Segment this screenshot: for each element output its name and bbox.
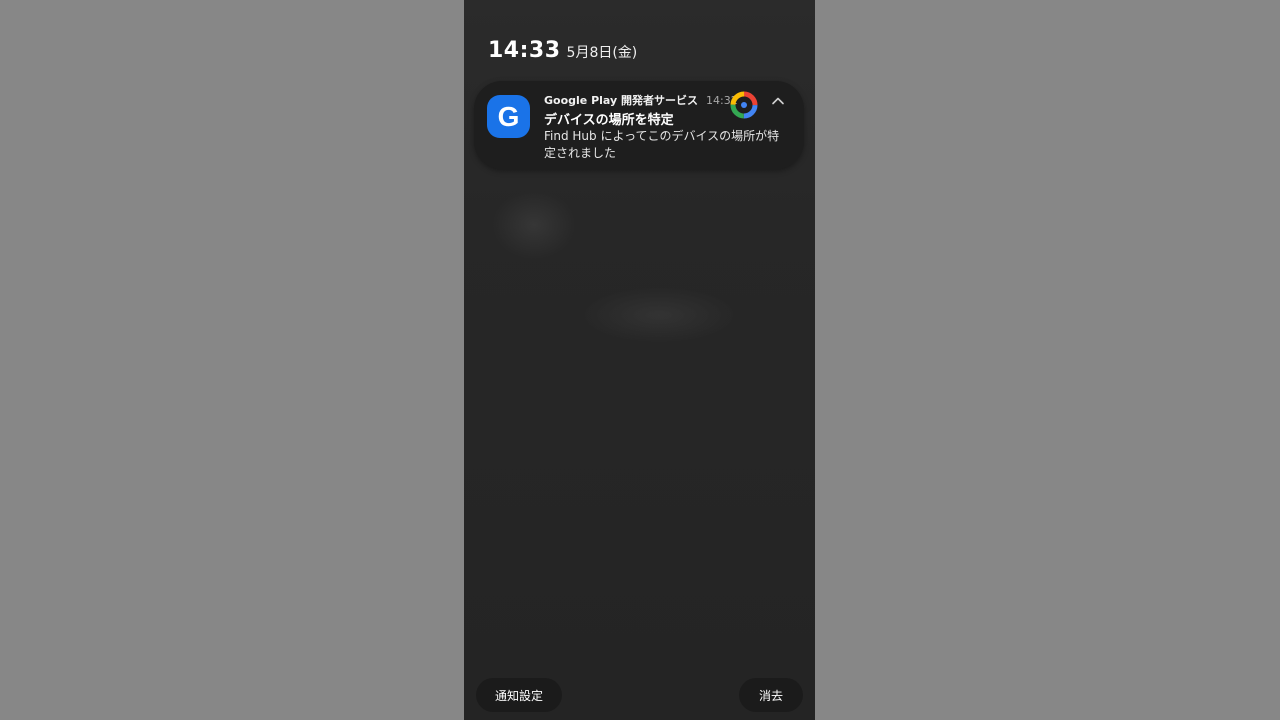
notification-settings-button[interactable]: 通知設定 (476, 678, 562, 712)
app-icon-letter: G (497, 100, 520, 132)
notification-shade: 14:33 5月8日(金) G Google Play 開発者サービス 14:3… (464, 0, 815, 720)
status-clock: 14:33 (488, 38, 561, 63)
clear-all-button[interactable]: 消去 (739, 678, 803, 712)
status-date: 5月8日(金) (566, 45, 638, 61)
notification-card[interactable]: G Google Play 開発者サービス 14:32 デバイスの場所を特定 F… (474, 81, 804, 169)
notification-app-name: Google Play 開発者サービス (544, 94, 698, 107)
collapse-notification-button[interactable] (768, 91, 788, 111)
notification-body: Find Hub によってこのデバイスの場所が特定されました (544, 129, 780, 160)
find-hub-icon (730, 91, 758, 119)
chevron-up-icon (772, 97, 784, 105)
status-bar: 14:33 5月8日(金) (488, 38, 637, 63)
notification-title: デバイスの場所を特定 (544, 113, 674, 128)
google-g-icon: G (487, 95, 530, 138)
notification-header: Google Play 開発者サービス 14:32 (544, 92, 738, 108)
